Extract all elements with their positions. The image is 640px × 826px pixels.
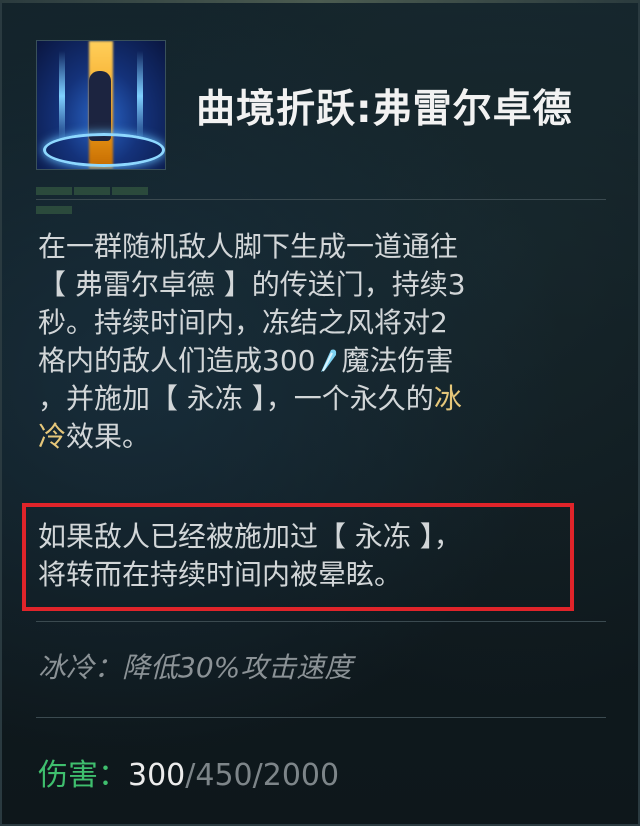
description-line: 格内的敌人们造成300 魔法伤害 [38,342,598,380]
description-line: 【 弗雷尔卓德 】的传送门，持续3 [38,268,466,301]
description-text: 魔法伤害 [341,344,454,377]
ability-tooltip: 曲境折跃:弗雷尔卓德 在一群随机敌人脚下生成一道通往 【 弗雷尔卓德 】的传送门… [0,0,640,826]
damage-value-current: 300 [128,758,186,793]
note-line: 如果敌人已经被施加过【 永冻 】， [38,520,462,553]
description-text: ，并施加【 永冻 】，一个永久的 [38,382,434,415]
mana-bar-segment [36,187,72,195]
note-line: 将转而在持续时间内被晕眩。 [38,558,403,591]
mana-bar-segment [112,187,148,195]
header-divider [36,199,606,200]
mana-bar [36,180,186,214]
damage-value-tiers: /450/2000 [185,758,340,793]
tooltip-top-border [0,0,640,3]
chill-keyword: 冰 [433,382,462,415]
stats-divider [36,717,606,718]
mana-bar-segment [74,187,110,195]
magic-damage-icon [321,349,337,372]
stun-note: 如果敌人已经被施加过【 永冻 】， 将转而在持续时间内被晕眩。 [38,518,578,594]
note-divider [36,621,606,622]
description-line: 在一群随机敌人脚下生成一道通往 [38,230,459,263]
icon-glow-left [59,51,65,141]
damage-label: 伤害： [38,758,128,793]
ability-title: 曲境折跃:弗雷尔卓德 [196,87,573,132]
icon-glow-right [137,51,143,141]
description-line: 冷效果。 [38,418,598,456]
ability-description: 在一群随机敌人脚下生成一道通往 【 弗雷尔卓德 】的传送门，持续3 秒。持续时间… [38,228,598,456]
chill-effect-text: 冰冷：降低30%攻击速度 [38,651,353,684]
icon-portal-ring [43,133,165,167]
description-line: 秒。持续时间内，冻结之风将对2 [38,306,448,339]
description-line: ，并施加【 永冻 】，一个永久的冰 [38,380,598,418]
description-text: 效果。 [66,420,151,453]
mana-bar-segment [36,206,72,214]
portal-ability-icon [36,40,166,170]
damage-stat: 伤害：300/450/2000 [38,750,339,794]
chill-keyword: 冷 [38,420,67,453]
description-text: 格内的敌人们造成300 [38,344,316,377]
icon-champion-figure [89,71,111,141]
